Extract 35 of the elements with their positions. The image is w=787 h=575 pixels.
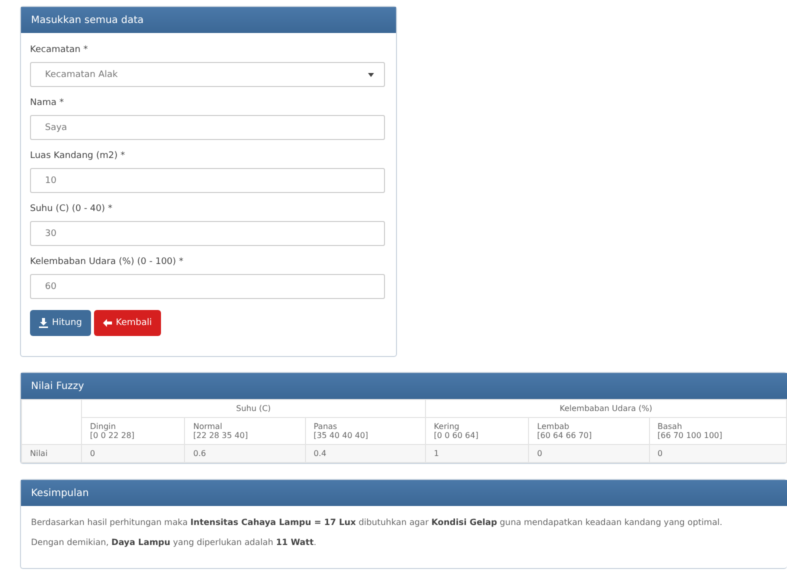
field-label: Kecamatan * bbox=[30, 45, 89, 55]
summary-sentence: Dengan demikian, Daya Lampu yang diperlukan adalah 11 Watt. bbox=[31, 538, 318, 548]
column-header: Panas [35 40 40 40] bbox=[305, 418, 426, 444]
table-cell: 0.4 bbox=[305, 444, 426, 462]
input-field[interactable]: 30 bbox=[30, 221, 385, 246]
field-label: Luas Kandang (m2) * bbox=[30, 151, 126, 161]
group-header: Kelembaban Udara (%) bbox=[425, 400, 786, 418]
table-cell: 0 bbox=[528, 444, 649, 462]
table-cell: 0 bbox=[649, 444, 786, 462]
column-header: Basah [66 70 100 100] bbox=[649, 418, 786, 444]
caret-icon bbox=[368, 72, 374, 76]
column-header: Dingin [0 0 22 28] bbox=[82, 418, 185, 444]
column-header: Kering [0 0 60 64] bbox=[425, 418, 529, 444]
panel-title: Nilai Fuzzy bbox=[31, 380, 84, 392]
group-header: Suhu (C) bbox=[82, 400, 426, 418]
field-label: Nama * bbox=[30, 98, 65, 108]
select-field[interactable]: Kecamatan Alak bbox=[30, 62, 385, 87]
column-header: Normal [22 28 35 40] bbox=[184, 418, 306, 444]
column-header: Lembab [60 64 66 70] bbox=[528, 418, 649, 444]
table-cell: 0.6 bbox=[184, 444, 306, 462]
panel-title: Kesimpulan bbox=[31, 488, 89, 498]
panel-title: Masukkan semua data bbox=[31, 14, 144, 26]
field-label: Suhu (C) (0 - 40) * bbox=[30, 204, 114, 214]
summary-sentence: Berdasarkan hasil perhitungan maka Intensitas Cahaya Lampu = 17 Lux dibutuhkan agar Kondisi Gelap guna mendapatkan keadaan kandang yang optimal. bbox=[31, 518, 724, 528]
table-cell: 1 bbox=[425, 444, 529, 462]
field-label: Kelembaban Udara (%) (0 - 100) * bbox=[30, 257, 184, 267]
input-field[interactable]: Saya bbox=[30, 115, 385, 140]
back-button[interactable]: Kembali bbox=[94, 310, 161, 336]
table-cell: 0 bbox=[82, 444, 185, 462]
input-field[interactable]: 60 bbox=[30, 274, 385, 299]
arrow-left-icon bbox=[102, 319, 112, 327]
calculate-button[interactable]: Hitung bbox=[30, 310, 91, 336]
download-icon bbox=[39, 318, 48, 328]
input-field[interactable]: 10 bbox=[30, 168, 385, 193]
row-header: Nilai bbox=[22, 444, 82, 462]
